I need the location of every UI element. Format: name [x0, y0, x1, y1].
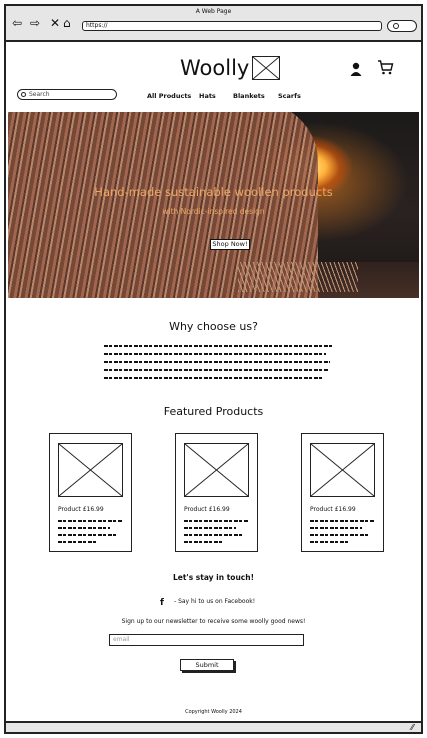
forward-icon[interactable]: ⇨	[30, 17, 40, 29]
search-placeholder: Search	[29, 91, 50, 98]
email-field[interactable]: email	[109, 634, 304, 646]
close-icon[interactable]: ✕	[50, 17, 60, 29]
placeholder-text-line	[104, 369, 328, 372]
product-price: Product £16.99	[58, 506, 104, 513]
placeholder-text-line	[310, 534, 370, 537]
product-card[interactable]: Product £16.99	[301, 433, 384, 552]
newsletter-text: Sign up to our newsletter to receive som…	[121, 618, 306, 625]
search-icon	[393, 23, 399, 29]
resize-grip-icon[interactable]: ⁄⁄	[411, 724, 414, 732]
browser-window: A Web Page ⇦ ⇨ ✕ ⌂ https:// Woolly Searc…	[4, 4, 423, 734]
placeholder-text-line	[184, 541, 222, 544]
product-price: Product £16.99	[184, 506, 230, 513]
placeholder-text-line	[184, 527, 236, 530]
placeholder-text-line	[184, 520, 248, 523]
copyright-text: Copyright Woolly 2024	[185, 709, 242, 715]
nav-hats[interactable]: Hats	[199, 92, 216, 100]
site-search-input[interactable]: Search	[17, 89, 117, 100]
home-icon[interactable]: ⌂	[63, 17, 71, 29]
user-icon[interactable]	[350, 62, 362, 76]
hero-title: Hand-made sustainable woollen products	[94, 185, 333, 199]
window-title: A Web Page	[195, 8, 232, 15]
product-image-placeholder	[184, 443, 249, 497]
hero-banner: Hand-made sustainable woollen products w…	[8, 112, 419, 298]
placeholder-text-line	[104, 361, 330, 364]
site-logo-text[interactable]: Woolly	[180, 56, 249, 80]
page-content: Woolly Search All Products Hats Blankets…	[8, 43, 419, 721]
hero-blanket-fringe	[238, 262, 358, 292]
product-image-placeholder	[58, 443, 123, 497]
browser-search-button[interactable]	[387, 20, 417, 32]
featured-heading: Featured Products	[163, 405, 264, 418]
shop-now-button[interactable]: Shop Now!	[210, 239, 250, 250]
product-price: Product £16.99	[310, 506, 356, 513]
facebook-link[interactable]: - Say hi to us on Facebook!	[174, 598, 255, 605]
product-card[interactable]: Product £16.99	[49, 433, 132, 552]
placeholder-text-line	[58, 520, 122, 523]
browser-status-bar: ⁄⁄	[6, 721, 421, 732]
product-card[interactable]: Product £16.99	[175, 433, 258, 552]
back-icon[interactable]: ⇦	[12, 17, 22, 29]
facebook-icon[interactable]: f	[160, 598, 164, 608]
browser-toolbar: A Web Page ⇦ ⇨ ✕ ⌂ https://	[6, 6, 421, 42]
why-heading: Why choose us?	[169, 320, 258, 333]
placeholder-text-line	[58, 534, 118, 537]
search-icon	[21, 92, 26, 97]
nav-blankets[interactable]: Blankets	[233, 92, 265, 100]
cart-icon[interactable]	[377, 60, 394, 75]
placeholder-text-line	[310, 527, 362, 530]
hero-subtitle: with Nordic-inspired design	[162, 207, 265, 216]
newsletter-heading: Let's stay in touch!	[172, 573, 254, 582]
address-bar[interactable]: https://	[82, 21, 382, 31]
placeholder-text-line	[104, 377, 324, 380]
placeholder-text-line	[310, 541, 348, 544]
placeholder-text-line	[184, 534, 244, 537]
nav-all-products[interactable]: All Products	[147, 92, 191, 100]
placeholder-text-line	[104, 353, 326, 356]
placeholder-text-line	[58, 541, 96, 544]
placeholder-text-line	[58, 527, 110, 530]
placeholder-text-line	[104, 345, 332, 348]
logo-image-placeholder	[252, 56, 280, 80]
nav-scarfs[interactable]: Scarfs	[278, 92, 301, 100]
placeholder-text-line	[310, 520, 374, 523]
submit-button[interactable]: Submit	[180, 659, 234, 671]
product-image-placeholder	[310, 443, 375, 497]
